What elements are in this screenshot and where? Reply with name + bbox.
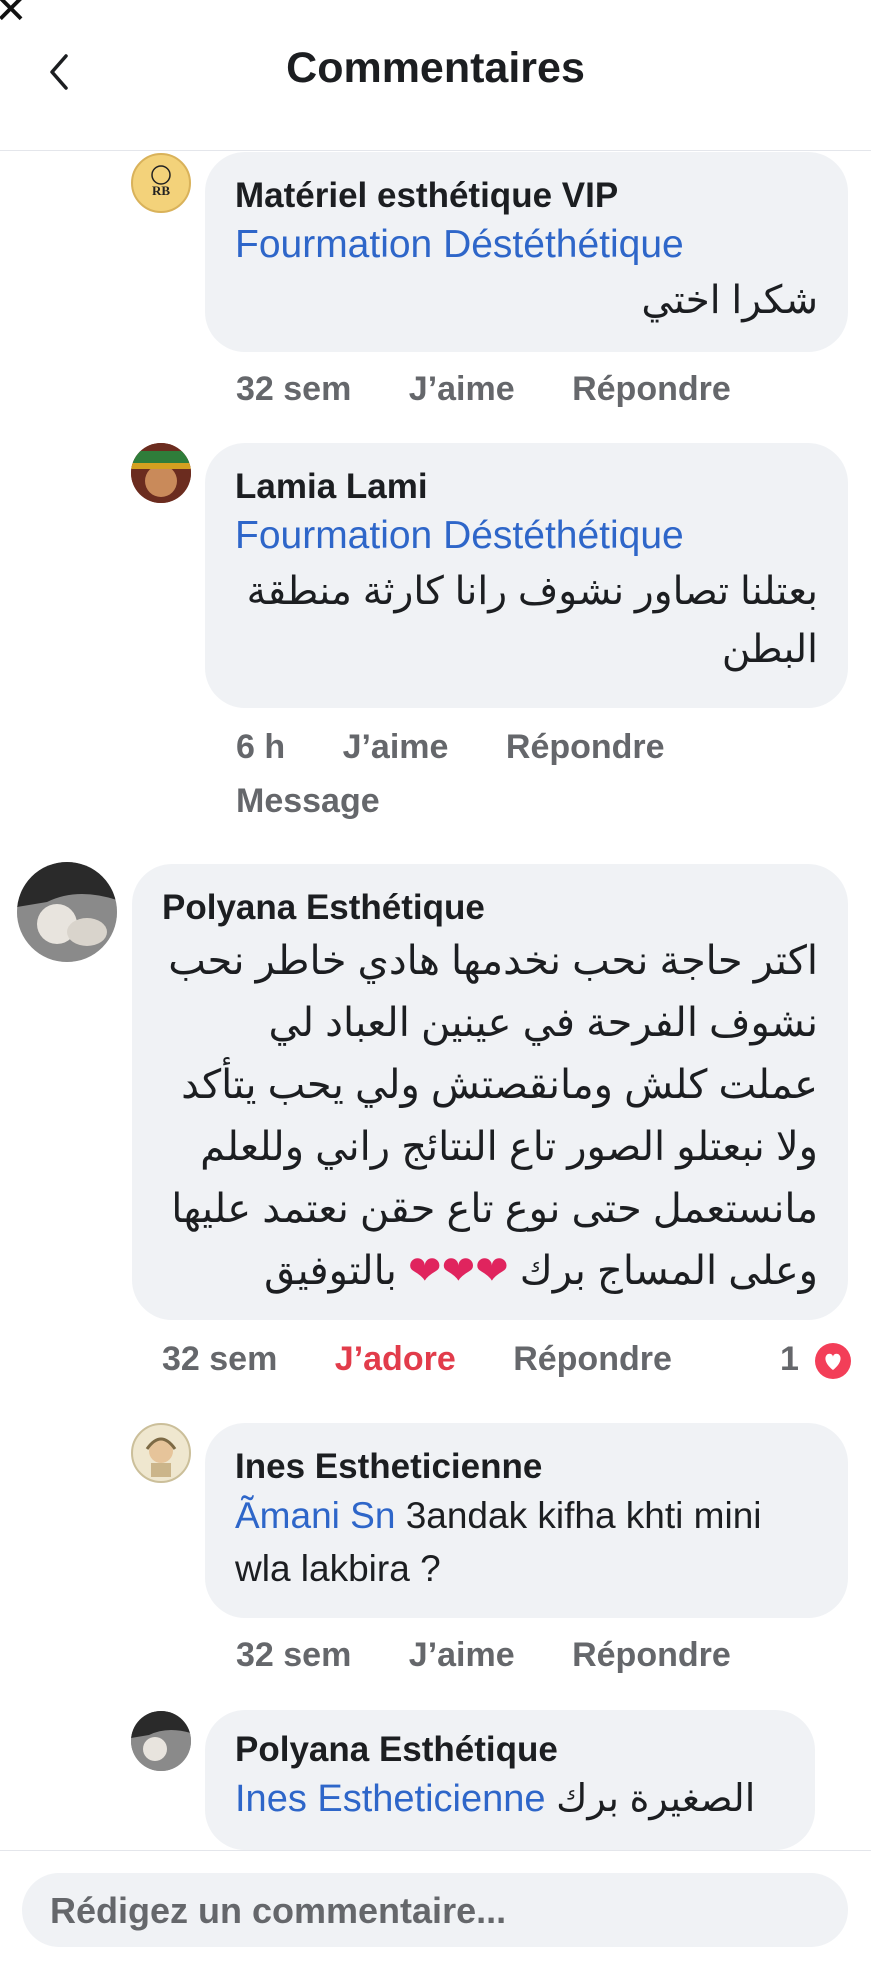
comment-bubble: Ines Estheticienne Ãmani Sn 3andak kifha… [205,1423,848,1618]
comment-time: 32 sem [236,1636,352,1674]
reaction-count: 1 [780,1340,799,1378]
comment-body: الصغيرة برك [556,1778,756,1820]
comment-text: اكتر حاجة نحب نخدمها هادي خاطر نحب نشوف … [162,930,818,1302]
comment-bubble: Matériel esthétique VIP Fourmation Désté… [205,152,848,352]
comment-time: 32 sem [162,1340,278,1378]
comment-bubble: Polyana Esthétique اكتر حاجة نحب نخدمها … [132,864,848,1320]
mention-link[interactable]: Fourmation Déstéthétique [235,509,818,563]
comment-actions: 32 sem J’aime Répondre [236,1636,779,1675]
avatar[interactable] [131,443,191,503]
comment-text: بعتلنا تصاور نشوف رانا كارثة منطقة البطن [246,570,818,671]
heart-emojis: ❤❤❤ [408,1249,509,1293]
comment-actions: 32 sem J’adore Répondre [162,1340,720,1379]
reply-button[interactable]: Répondre [506,728,665,766]
comment-text: Ines Estheticienne الصغيرة برك [235,1772,785,1826]
mention-link[interactable]: Fourmation Déstéthétique [235,218,818,272]
comment-text: شكرا اختي [641,279,818,322]
love-reaction-icon [815,1343,852,1380]
reply-button[interactable]: Répondre [513,1340,672,1378]
reply-button[interactable]: Répondre [572,1636,731,1674]
like-button[interactable]: J’aime [343,728,449,766]
comment-body: اكتر حاجة نحب نخدمها هادي خاطر نحب نشوف … [168,939,818,1293]
comment-actions: 32 sem J’aime Répondre [236,370,779,409]
avatar[interactable] [131,1711,191,1771]
comment-time: 32 sem [236,370,352,408]
comment-bubble: Polyana Esthétique Ines Estheticienne ال… [205,1710,815,1850]
love-button[interactable]: J’adore [335,1340,456,1378]
mention-link[interactable]: Ãmani Sn [235,1495,395,1536]
avatar[interactable] [131,1423,191,1483]
comment-author[interactable]: Lamia Lami [235,465,818,509]
composer-bar [0,1850,871,1967]
comment-input[interactable] [48,1873,852,1949]
comment-author[interactable]: Matériel esthétique VIP [235,174,818,218]
message-button[interactable]: Message [236,782,380,821]
page-title: Commentaires [286,44,585,92]
comment-author[interactable]: Ines Estheticienne [235,1445,818,1489]
header-bar: ✕ Commentaires [0,0,871,151]
comment-composer[interactable] [22,1873,852,1949]
like-button[interactable]: J’aime [409,370,515,408]
close-mark: ✕ [0,0,28,32]
comment-actions: 6 h J’aime Répondre [236,728,713,767]
mention-link[interactable]: Ines Estheticienne [235,1778,546,1820]
comment-author[interactable]: Polyana Esthétique [162,886,818,930]
avatar[interactable] [17,862,117,962]
comment-time: 6 h [236,728,286,766]
comment-bubble: Lamia Lami Fourmation Déstéthétique بعتل… [205,443,848,708]
reply-button[interactable]: Répondre [572,370,731,408]
comment-closing: بالتوفيق [264,1249,397,1293]
like-button[interactable]: J’aime [409,1636,515,1674]
reaction-summary[interactable]: 1 [780,1340,852,1380]
comment-text: Ãmani Sn 3andak kifha khti mini wla lakb… [235,1489,818,1595]
svg-text:RB: RB [152,183,170,198]
avatar[interactable]: RB [131,153,191,213]
comment-author[interactable]: Polyana Esthétique [235,1728,785,1772]
